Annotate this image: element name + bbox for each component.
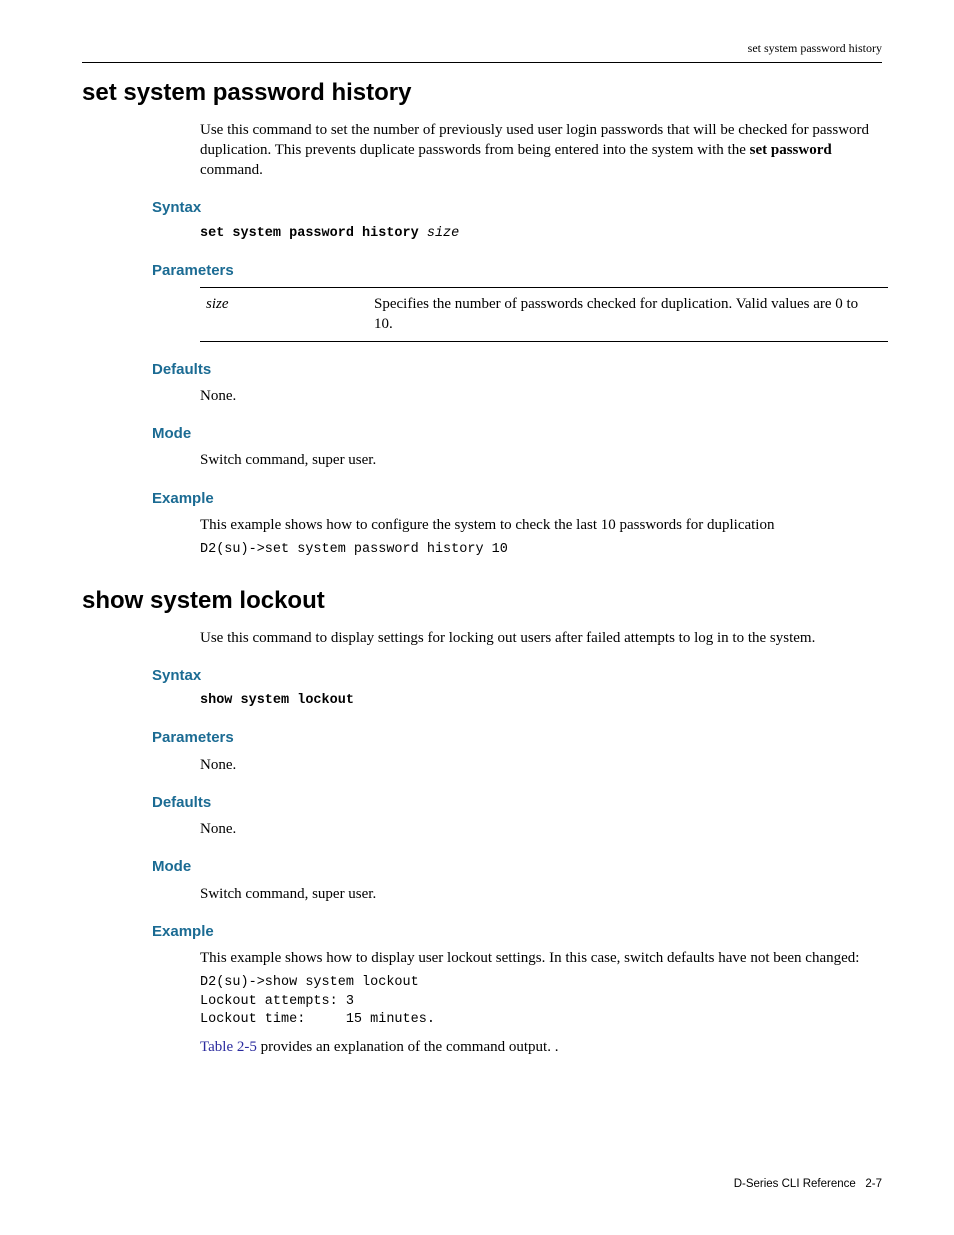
parameters-value-2: None. bbox=[200, 755, 882, 775]
defaults-value-1: None. bbox=[200, 386, 882, 406]
heading-example-2: Example bbox=[152, 922, 882, 942]
param-name: size bbox=[200, 288, 374, 342]
heading-syntax-1: Syntax bbox=[152, 198, 882, 218]
intro-text-2: Use this command to display settings for… bbox=[200, 628, 882, 648]
heading-example-1: Example bbox=[152, 489, 882, 509]
heading-mode-2: Mode bbox=[152, 857, 882, 877]
example-text-2: This example shows how to display user l… bbox=[200, 948, 882, 968]
param-desc: Specifies the number of passwords checke… bbox=[374, 288, 888, 342]
heading-mode-1: Mode bbox=[152, 424, 882, 444]
footer-book: D-Series CLI Reference bbox=[734, 1178, 856, 1190]
intro-paragraph-1: Use this command to set the number of pr… bbox=[200, 120, 882, 181]
section-title-show-lockout: show system lockout bbox=[82, 585, 882, 617]
heading-defaults-2: Defaults bbox=[152, 793, 882, 813]
syntax-arg: size bbox=[427, 226, 459, 241]
page-footer: D-Series CLI Reference 2-7 bbox=[734, 1177, 882, 1193]
intro-paragraph-2: Use this command to display settings for… bbox=[200, 628, 882, 648]
mode-value-2: Switch command, super user. bbox=[200, 884, 882, 904]
syntax-block-2: show system lockout bbox=[200, 692, 882, 710]
syntax-block-1: set system password history size bbox=[200, 225, 882, 243]
footer-page: 2-7 bbox=[865, 1178, 882, 1190]
output-text-rest: provides an explanation of the command o… bbox=[257, 1039, 559, 1055]
example-code-1: D2(su)->set system password history 10 bbox=[200, 541, 882, 559]
intro-text-b: command. bbox=[200, 162, 263, 178]
table-row: size Specifies the number of passwords c… bbox=[200, 288, 888, 342]
section-title-set-password-history: set system password history bbox=[82, 77, 882, 109]
mode-value-1: Switch command, super user. bbox=[200, 450, 882, 470]
heading-defaults-1: Defaults bbox=[152, 360, 882, 380]
heading-syntax-2: Syntax bbox=[152, 666, 882, 686]
intro-bold-cmd: set password bbox=[750, 142, 832, 158]
running-header: set system password history bbox=[82, 40, 882, 56]
heading-parameters-2: Parameters bbox=[152, 728, 882, 748]
parameters-table: size Specifies the number of passwords c… bbox=[200, 287, 888, 342]
top-rule bbox=[82, 62, 882, 63]
table-xref-link[interactable]: Table 2-5 bbox=[200, 1039, 257, 1055]
heading-parameters-1: Parameters bbox=[152, 261, 882, 281]
syntax-cmd: set system password history bbox=[200, 226, 427, 241]
defaults-value-2: None. bbox=[200, 819, 882, 839]
example-text-1: This example shows how to configure the … bbox=[200, 515, 882, 535]
example-code-2: D2(su)->show system lockout Lockout atte… bbox=[200, 974, 882, 1029]
